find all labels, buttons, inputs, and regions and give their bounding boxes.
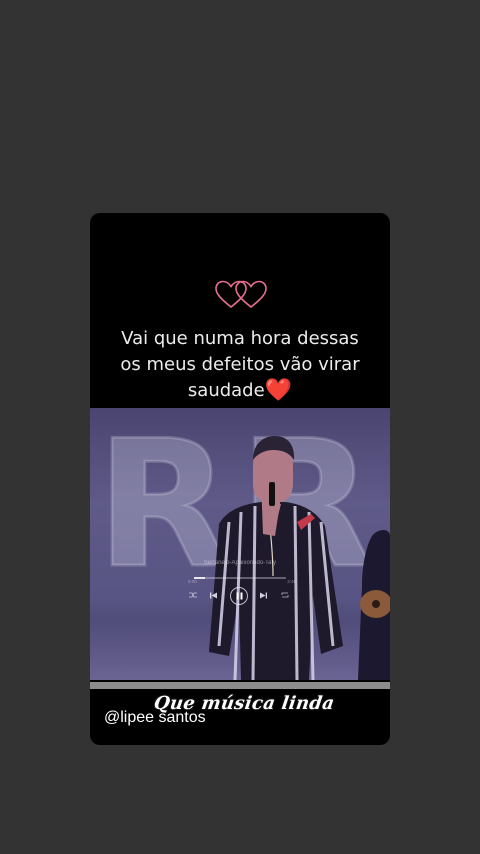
shuffle-icon[interactable]	[186, 588, 200, 602]
video-frame[interactable]: RRPI Sertanejo-A	[90, 408, 390, 680]
elapsed-time: 0:00	[188, 579, 197, 584]
singer-figure	[209, 436, 343, 680]
quote-text: Vai que numa hora dessas os meus defeito…	[90, 326, 390, 404]
pause-icon[interactable]	[230, 587, 248, 605]
story-card: Vai que numa hora dessas os meus defeito…	[90, 213, 390, 745]
music-player-overlay: Sertanejo-Apaixonado-Taty 0:00 3:45	[182, 560, 298, 610]
previous-icon[interactable]	[206, 588, 220, 602]
repeat-icon[interactable]	[278, 588, 292, 602]
quote-line-2: os meus defeitos vão virar	[120, 354, 360, 375]
total-time: 3:45	[287, 579, 296, 584]
song-title: Sertanejo-Apaixonado-Taty	[203, 560, 277, 566]
quote-line-1: Vai que numa hora dessas	[121, 328, 359, 349]
quote-line-3-wrap: saudade❤️	[90, 378, 390, 404]
video-scrub-bar[interactable]	[90, 682, 390, 689]
progress-bar[interactable]	[194, 577, 286, 579]
red-heart-icon: ❤️	[264, 378, 293, 403]
quote-line-3: saudade	[187, 380, 265, 401]
next-icon[interactable]	[256, 588, 270, 602]
username-handle[interactable]: @lipee santos	[104, 709, 206, 727]
guitarist-figure	[358, 530, 390, 680]
double-heart-outline-icon	[215, 280, 267, 309]
